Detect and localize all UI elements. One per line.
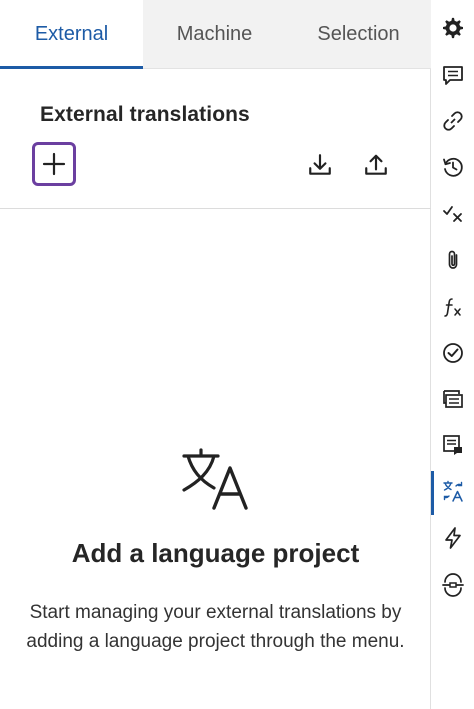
rail-settings[interactable] [431,8,474,48]
rail-cards[interactable] [431,379,474,419]
spellcheck-icon [442,206,462,222]
function-icon [443,298,461,317]
section-title: External translations [40,103,250,126]
lightning-icon [444,527,461,549]
merge-icon [441,573,464,597]
plus-icon [42,152,66,176]
rail-spellcheck[interactable] [431,193,474,233]
upload-button[interactable] [356,145,396,185]
paperclip-icon [448,250,457,269]
rail-history[interactable] [431,147,474,187]
divider [0,208,431,209]
download-button[interactable] [300,145,340,185]
add-language-project-button[interactable] [32,142,76,186]
rail-merge[interactable] [431,565,474,605]
rail-translations[interactable] [431,471,474,515]
rail-notes[interactable] [431,425,474,465]
note-icon [442,435,462,455]
side-rail [431,0,474,709]
empty-state-description: Start managing your external translation… [26,602,405,652]
tab-external[interactable]: External [0,0,143,69]
rail-links[interactable] [431,101,474,141]
cards-icon [442,390,463,408]
tab-bar: External Machine Selection [0,0,431,69]
translations-panel: External Machine Selection External tran… [0,0,431,709]
rail-functions[interactable] [431,287,474,327]
app: External Machine Selection External tran… [0,0,474,709]
check-circle-icon [442,343,463,363]
translate-icon [442,480,463,502]
rail-tasks[interactable] [431,333,474,373]
empty-state-title: Add a language project [71,538,360,568]
history-icon [442,157,463,177]
gear-icon [442,17,463,39]
tab-machine[interactable]: Machine [143,0,286,69]
upload-icon [365,154,387,175]
download-icon [309,154,331,175]
rail-attachments[interactable] [431,240,474,280]
rail-comments[interactable] [431,55,474,95]
link-icon [442,111,463,131]
comment-icon [442,66,463,85]
translate-icon [182,448,248,510]
tab-selection[interactable]: Selection [286,0,431,69]
rail-automations[interactable] [431,518,474,558]
